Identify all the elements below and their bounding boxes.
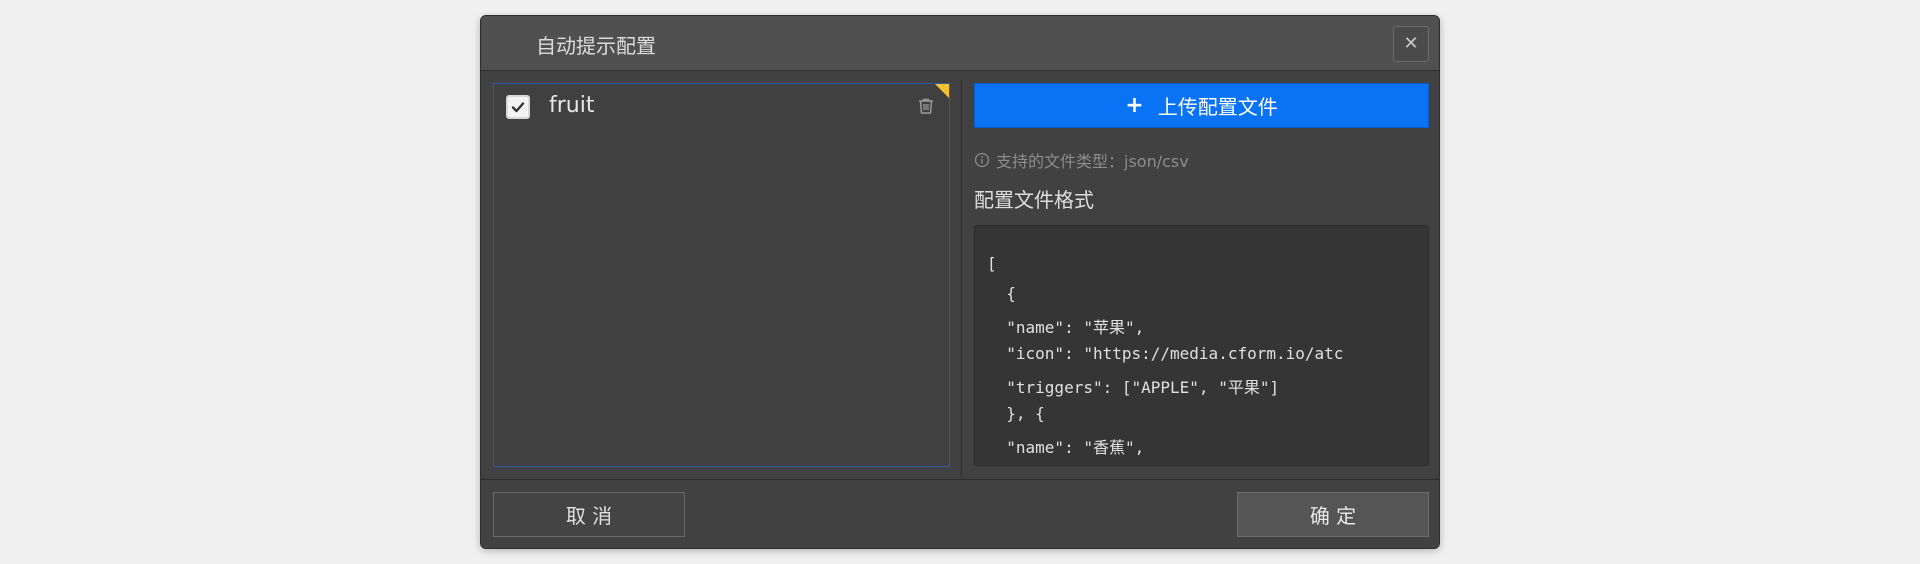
code-line: }, { [987, 404, 1045, 423]
code-line: [ [987, 254, 997, 273]
dialog-header: 自动提示配置 ✕ [481, 16, 1439, 71]
format-section-title: 配置文件格式 [974, 188, 1094, 212]
format-code-block: [ { "name": "苹果", "icon": "https://media… [974, 225, 1429, 466]
upload-config-button[interactable]: + 上传配置文件 [974, 83, 1429, 128]
dialog-title: 自动提示配置 [536, 34, 656, 58]
code-line: "name": "香蕉", [987, 438, 1145, 457]
item-label: fruit [549, 93, 595, 118]
upload-label: 上传配置文件 [1157, 95, 1278, 119]
hint-text: 支持的文件类型：json/csv [996, 152, 1189, 171]
code-line: "icon": "https://media.cform.io/atc [987, 344, 1344, 363]
plus-icon: + [1125, 93, 1144, 118]
auto-hint-config-dialog: 自动提示配置 ✕ fruit + 上传配置文件 支持的文件类型：json/csv… [480, 15, 1440, 549]
panel-divider [961, 80, 962, 478]
code-line: "name": "苹果", [987, 318, 1145, 337]
confirm-button[interactable]: 确 定 [1237, 492, 1429, 537]
dialog-footer: 取 消 确 定 [481, 479, 1439, 548]
close-icon: ✕ [1403, 33, 1419, 54]
close-button[interactable]: ✕ [1393, 26, 1429, 62]
code-line: { [987, 284, 1016, 303]
trash-icon [919, 98, 933, 114]
code-line: "triggers": ["APPLE", "平果"] [987, 378, 1280, 397]
cancel-button[interactable]: 取 消 [493, 492, 685, 537]
config-detail-panel: + 上传配置文件 支持的文件类型：json/csv 配置文件格式 [ { "na… [974, 83, 1429, 473]
file-type-hint: 支持的文件类型：json/csv [974, 148, 1189, 172]
config-list-panel: fruit [493, 83, 950, 467]
info-icon [974, 152, 990, 168]
list-item[interactable]: fruit [494, 84, 949, 128]
check-icon [511, 102, 525, 113]
item-checkbox[interactable] [506, 95, 530, 119]
delete-button[interactable] [917, 97, 935, 119]
